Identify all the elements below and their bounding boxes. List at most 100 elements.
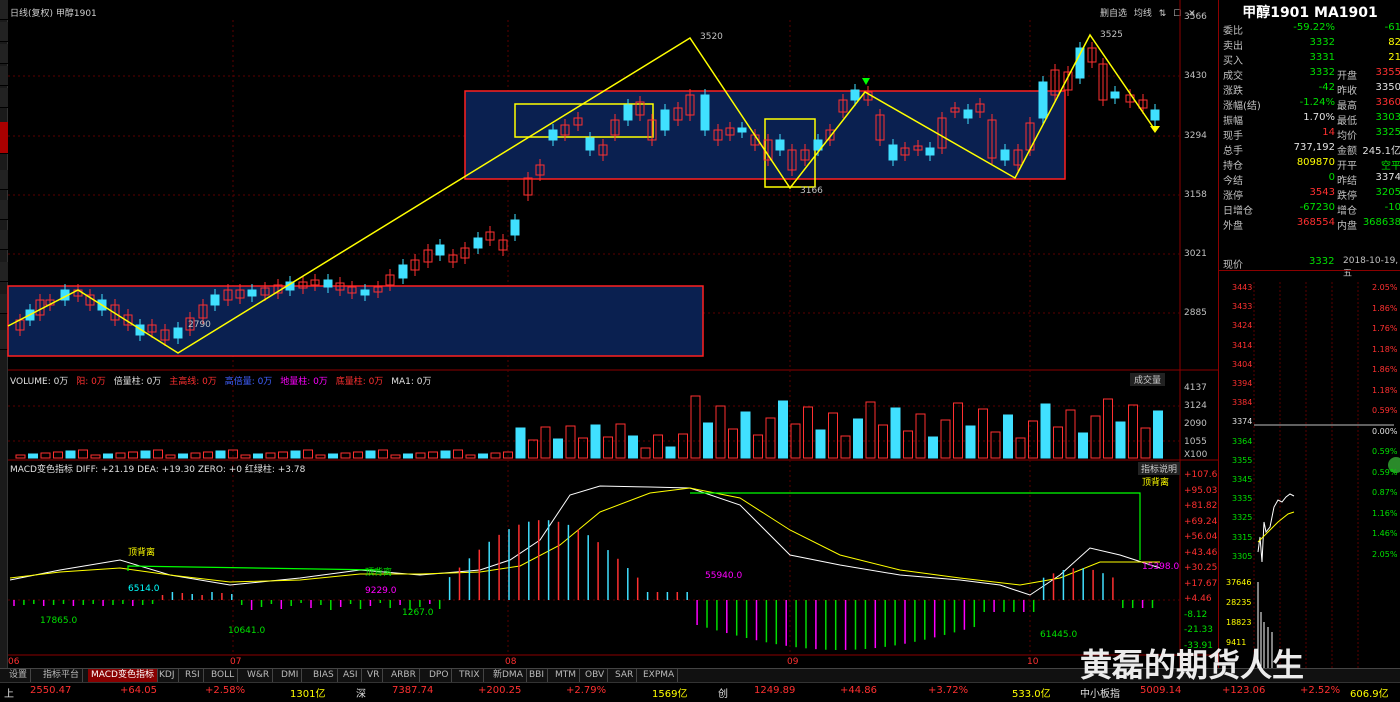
high-annotation: 3520: [700, 32, 723, 42]
indicator-tab[interactable]: BOLL: [208, 669, 239, 682]
quote-value-2: 3325: [1375, 127, 1400, 138]
volume-mode-button[interactable]: 成交量: [1130, 373, 1166, 386]
quote-label: 今结: [1223, 176, 1243, 187]
divergence-line-green-top: [690, 492, 1141, 560]
indicator-tab[interactable]: DPO: [426, 669, 453, 682]
status-item: +2.79%: [566, 685, 607, 696]
quote-value-2: 3350: [1375, 82, 1400, 93]
quote-value-2: 空平: [1381, 161, 1400, 172]
volume-bar: [1090, 415, 1101, 459]
mini-price-tick: 3414: [1232, 340, 1253, 350]
volume-bar: [490, 452, 501, 459]
indicator-tab[interactable]: RSI: [182, 669, 204, 682]
volume-bar: [40, 452, 51, 459]
quote-row: 外盘 368554 内盘 368638: [1223, 217, 1400, 232]
status-item: +44.86: [840, 685, 878, 696]
mini-volume-tick: 18823: [1226, 618, 1252, 627]
month-label: 06: [8, 657, 20, 667]
volume-bar: [653, 434, 663, 459]
indicator-tab[interactable]: ASI: [340, 669, 362, 682]
indicator-tab[interactable]: MTM: [552, 669, 581, 682]
quote-label: 外盘: [1223, 221, 1243, 232]
volume-bar: [728, 428, 738, 459]
quote-value: -1.24%: [1299, 97, 1335, 108]
volume-tick: X100: [1184, 450, 1208, 460]
status-item: 2550.47: [30, 685, 72, 696]
indicator-tab[interactable]: DMI: [278, 669, 303, 682]
quote-label: 总手: [1223, 146, 1243, 157]
macd-value-label: 15398.0: [1142, 562, 1180, 572]
mini-pct-tick: 1.86%: [1372, 365, 1398, 374]
volume-bar: [803, 406, 813, 459]
indicator-tab[interactable]: TRIX: [456, 669, 484, 682]
quote-value: -67230: [1299, 202, 1335, 213]
low-annotation: 2790: [188, 320, 211, 330]
volume-item: 地量柱: 0万: [280, 377, 328, 387]
volume-bar: [103, 453, 113, 459]
mini-pct-tick: 0.59%: [1372, 406, 1398, 415]
volume-bar: [828, 412, 838, 459]
indicator-tab[interactable]: KDJ: [156, 669, 179, 682]
volume-bar: [603, 436, 613, 459]
status-item: +2.52%: [1300, 685, 1341, 696]
quote-value: 368554: [1296, 217, 1335, 228]
main-chart-canvas[interactable]: [0, 0, 1218, 668]
mini-pct-tick: 2.05%: [1372, 549, 1398, 559]
month-label: 09: [787, 657, 799, 667]
macd-tick: +30.25: [1184, 563, 1218, 573]
quote-row: 涨停 3543 跌停 3205: [1223, 187, 1400, 202]
volume-bar: [965, 425, 976, 459]
quote-value: 3543: [1309, 187, 1335, 198]
volume-bar: [153, 449, 163, 459]
month-label: 10: [1027, 657, 1039, 667]
indicator-tab[interactable]: ARBR: [388, 669, 420, 682]
volume-item: 底量柱: 0万: [335, 377, 384, 387]
volume-item: VOLUME: 0万: [10, 377, 69, 387]
indicator-tab[interactable]: 指标平台: [40, 669, 84, 682]
volume-bar: [853, 418, 863, 459]
quote-row: 买入 3331 21: [1223, 52, 1400, 67]
quote-row: 日增仓 -67230 增仓 -10: [1223, 202, 1400, 217]
volume-bar: [1140, 427, 1151, 459]
indicator-tab[interactable]: SAR: [612, 669, 638, 682]
divergence-label: 顶背离: [128, 548, 156, 558]
quote-row: 涨跌 -42 昨收 3350: [1223, 82, 1400, 97]
volume-item: 倍量柱: 0万: [113, 377, 162, 387]
trading-window: 日线(复权) 甲醇1901 删自选 均线 ⇅ ☐ ✕ 3520 3525 279…: [0, 0, 1400, 702]
volume-bar: [478, 453, 488, 459]
quote-label: 卖出: [1223, 41, 1243, 52]
mini-price-tick: 3443: [1232, 283, 1253, 292]
indicator-tab[interactable]: 设置: [6, 669, 32, 682]
indicator-tab[interactable]: OBV: [582, 669, 609, 682]
quote-value: 14: [1322, 127, 1335, 138]
mini-price-tick: 3424: [1232, 321, 1253, 331]
quote-label-2: 增仓: [1337, 206, 1357, 217]
indicator-tab[interactable]: BIAS: [310, 669, 338, 682]
indicator-tab[interactable]: W&R: [244, 669, 274, 682]
consolidation-box-lower: [7, 285, 704, 357]
quote-label: 振幅: [1223, 116, 1243, 127]
mini-price-tick: 3364: [1232, 436, 1253, 446]
divergence-label: 顶背离: [1142, 478, 1170, 488]
indicator-tab[interactable]: EXPMA: [640, 669, 679, 682]
indicator-help-button[interactable]: 指标说明: [1138, 462, 1181, 475]
indicator-tab[interactable]: VR: [364, 669, 384, 682]
volume-bar: [928, 436, 938, 459]
status-item: +3.72%: [928, 685, 969, 696]
status-item: 深: [356, 689, 366, 700]
indicator-tab[interactable]: BBI: [526, 669, 549, 682]
indicator-tab[interactable]: 新DMA: [490, 669, 527, 682]
macd-value-label: 6514.0: [128, 584, 160, 594]
volume-bar: [15, 454, 26, 459]
volume-item: MA1: 0万: [391, 377, 432, 387]
volume-bar: [1065, 409, 1076, 459]
mini-pct-tick: 1.76%: [1372, 324, 1398, 333]
macd-tick: +17.67: [1184, 578, 1218, 589]
quote-label-2: 内盘: [1337, 221, 1357, 232]
volume-bar: [590, 424, 601, 459]
volume-bar: [440, 450, 451, 459]
mini-volume-tick: 28235: [1226, 598, 1252, 607]
quote-label-2: 最高: [1337, 101, 1357, 112]
indicator-tab[interactable]: MACD变色指标: [88, 669, 158, 682]
price-tick: 2885: [1184, 308, 1207, 318]
